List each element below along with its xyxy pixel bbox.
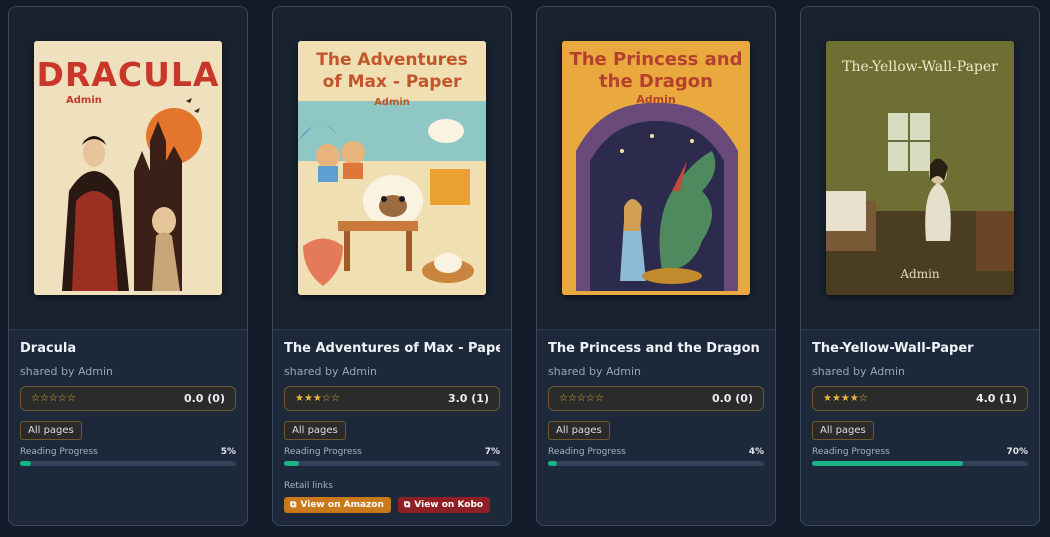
progress-percent: 70% bbox=[1006, 447, 1028, 457]
retail-links-label: Retail links bbox=[284, 481, 333, 491]
cover-title: The-Yellow-Wall-Paper bbox=[842, 59, 998, 75]
book-cover[interactable]: The Adventures of Max - Paper Admin bbox=[298, 41, 486, 295]
book-card[interactable]: The Princess and the Dragon Admin The Pr… bbox=[536, 6, 776, 526]
card-body: The-Yellow-Wall-Paper shared by Admin ★★… bbox=[812, 339, 1028, 466]
progress-bar bbox=[812, 461, 1028, 466]
rating-value: 0.0 (0) bbox=[183, 392, 225, 405]
progress-label: Reading Progress bbox=[548, 447, 626, 457]
progress-bar bbox=[284, 461, 500, 466]
shared-by: shared by Admin bbox=[548, 365, 642, 378]
cover-area: The-Yellow-Wall-Paper Admin bbox=[801, 7, 1039, 330]
cover-author: Admin bbox=[636, 93, 676, 106]
yellow-wallpaper-cover-art bbox=[826, 41, 1014, 295]
book-grid: DRACULA Admin Dracula shared by Admin ☆☆… bbox=[0, 0, 1050, 537]
rating-box[interactable]: ★★★☆☆ 3.0 (1) bbox=[284, 386, 500, 411]
view-on-amazon-button[interactable]: ⧉ View on Amazon bbox=[284, 497, 391, 513]
star-rating-icon[interactable]: ☆☆☆☆☆ bbox=[31, 393, 76, 404]
rating-value: 0.0 (0) bbox=[711, 392, 753, 405]
book-cover[interactable]: DRACULA Admin bbox=[34, 41, 222, 295]
progress-fill bbox=[20, 461, 31, 466]
rating-box[interactable]: ☆☆☆☆☆ 0.0 (0) bbox=[548, 386, 764, 411]
book-title[interactable]: The Adventures of Max - Paper bbox=[284, 341, 500, 356]
rating-value: 3.0 (1) bbox=[447, 392, 489, 405]
shared-by: shared by Admin bbox=[284, 365, 378, 378]
progress-header: Reading Progress 7% bbox=[284, 447, 500, 457]
cover-area: The Adventures of Max - Paper Admin bbox=[273, 7, 511, 330]
external-link-icon: ⧉ bbox=[290, 500, 297, 510]
progress-percent: 4% bbox=[748, 447, 764, 457]
progress-percent: 7% bbox=[484, 447, 500, 457]
card-body: The Adventures of Max - Paper shared by … bbox=[284, 339, 500, 513]
kobo-label: View on Kobo bbox=[414, 500, 484, 510]
shared-by: shared by Admin bbox=[20, 365, 114, 378]
retail-links: ⧉ View on Amazon ⧉ View on Kobo bbox=[284, 497, 500, 513]
progress-bar bbox=[548, 461, 764, 466]
progress-fill bbox=[284, 461, 300, 466]
card-body: The Princess and the Dragon shared by Ad… bbox=[548, 339, 764, 466]
progress-label: Reading Progress bbox=[20, 447, 98, 457]
book-card[interactable]: The Adventures of Max - Paper Admin The … bbox=[272, 6, 512, 526]
cover-title: The Adventures of Max - Paper bbox=[316, 50, 468, 92]
book-title[interactable]: Dracula bbox=[20, 341, 236, 356]
cover-author: Admin bbox=[900, 267, 940, 281]
book-cover[interactable]: The-Yellow-Wall-Paper Admin bbox=[826, 41, 1014, 295]
cover-title: DRACULA bbox=[36, 55, 220, 94]
cover-area: DRACULA Admin bbox=[9, 7, 247, 330]
amazon-label: View on Amazon bbox=[300, 500, 384, 510]
star-rating-icon[interactable]: ★★★☆☆ bbox=[295, 393, 340, 404]
all-pages-button[interactable]: All pages bbox=[812, 421, 874, 440]
book-card[interactable]: DRACULA Admin Dracula shared by Admin ☆☆… bbox=[8, 6, 248, 526]
view-on-kobo-button[interactable]: ⧉ View on Kobo bbox=[397, 497, 491, 513]
progress-bar bbox=[20, 461, 236, 466]
star-rating-icon[interactable]: ★★★★☆ bbox=[823, 393, 868, 404]
book-title[interactable]: The Princess and the Dragon bbox=[548, 341, 764, 356]
book-cover[interactable]: The Princess and the Dragon Admin bbox=[562, 41, 750, 295]
rating-value: 4.0 (1) bbox=[975, 392, 1017, 405]
progress-label: Reading Progress bbox=[812, 447, 890, 457]
all-pages-button[interactable]: All pages bbox=[284, 421, 346, 440]
progress-fill bbox=[812, 461, 964, 466]
cover-author: Admin bbox=[66, 95, 102, 106]
progress-header: Reading Progress 4% bbox=[548, 447, 764, 457]
rating-box[interactable]: ★★★★☆ 4.0 (1) bbox=[812, 386, 1028, 411]
cover-area: The Princess and the Dragon Admin bbox=[537, 7, 775, 330]
progress-fill bbox=[548, 461, 557, 466]
all-pages-button[interactable]: All pages bbox=[548, 421, 610, 440]
external-link-icon: ⧉ bbox=[403, 500, 411, 510]
book-title[interactable]: The-Yellow-Wall-Paper bbox=[812, 341, 1028, 356]
progress-header: Reading Progress 70% bbox=[812, 447, 1028, 457]
cover-title: The Princess and the Dragon bbox=[569, 49, 743, 92]
progress-percent: 5% bbox=[220, 447, 236, 457]
book-card[interactable]: The-Yellow-Wall-Paper Admin The-Yellow-W… bbox=[800, 6, 1040, 526]
progress-label: Reading Progress bbox=[284, 447, 362, 457]
shared-by: shared by Admin bbox=[812, 365, 906, 378]
all-pages-button[interactable]: All pages bbox=[20, 421, 82, 440]
star-rating-icon[interactable]: ☆☆☆☆☆ bbox=[559, 393, 604, 404]
rating-box[interactable]: ☆☆☆☆☆ 0.0 (0) bbox=[20, 386, 236, 411]
cover-author: Admin bbox=[374, 97, 410, 108]
card-body: Dracula shared by Admin ☆☆☆☆☆ 0.0 (0) Al… bbox=[20, 339, 236, 466]
progress-header: Reading Progress 5% bbox=[20, 447, 236, 457]
